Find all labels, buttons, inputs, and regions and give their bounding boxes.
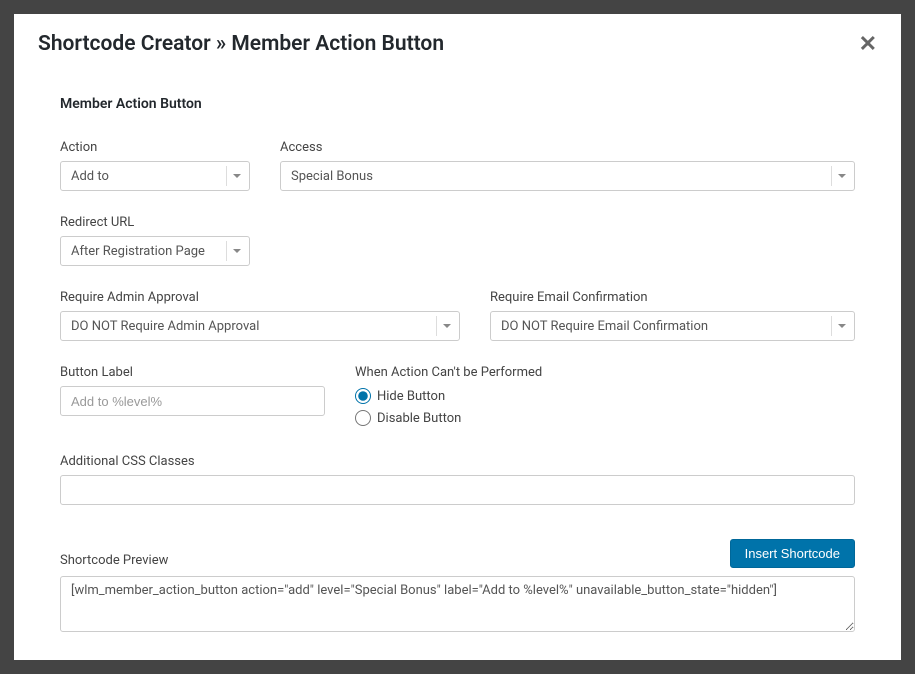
access-select[interactable]: Special Bonus	[280, 161, 855, 191]
field-action: Action Add to	[60, 140, 250, 191]
redirect-label: Redirect URL	[60, 215, 250, 230]
form-body: Action Add to Access Special Bonus Redir…	[38, 140, 877, 636]
row-button-label-unavailable: Button Label When Action Can't be Perfor…	[60, 365, 855, 430]
action-select-value: Add to	[71, 169, 109, 184]
row-preview-header: Shortcode Preview Insert Shortcode	[60, 539, 855, 568]
radio-disable-row: Disable Button	[355, 410, 855, 426]
redirect-select[interactable]: After Registration Page	[60, 236, 250, 266]
action-label: Action	[60, 140, 250, 155]
approval-label: Require Admin Approval	[60, 290, 460, 305]
modal-header: Shortcode Creator » Member Action Button…	[38, 32, 877, 56]
field-unavailable: When Action Can't be Performed Hide Butt…	[355, 365, 855, 430]
confirm-label: Require Email Confirmation	[490, 290, 855, 305]
row-action-access: Action Add to Access Special Bonus	[60, 140, 855, 191]
confirm-select[interactable]: DO NOT Require Email Confirmation	[490, 311, 855, 341]
shortcode-creator-modal: Shortcode Creator » Member Action Button…	[14, 14, 901, 660]
access-label: Access	[280, 140, 855, 155]
field-approval: Require Admin Approval DO NOT Require Ad…	[60, 290, 460, 341]
css-input[interactable]	[60, 475, 855, 505]
row-css: Additional CSS Classes	[60, 454, 855, 505]
insert-shortcode-button[interactable]: Insert Shortcode	[730, 539, 855, 568]
field-access: Access Special Bonus	[280, 140, 855, 191]
radio-hide-button[interactable]	[355, 388, 371, 404]
radio-hide-row: Hide Button	[355, 388, 855, 404]
radio-disable-label: Disable Button	[377, 411, 461, 426]
approval-select[interactable]: DO NOT Require Admin Approval	[60, 311, 460, 341]
unavailable-label: When Action Can't be Performed	[355, 365, 855, 380]
access-select-value: Special Bonus	[291, 169, 373, 184]
button-label-input[interactable]	[60, 386, 325, 416]
css-label: Additional CSS Classes	[60, 454, 855, 469]
redirect-select-value: After Registration Page	[71, 244, 205, 259]
field-css: Additional CSS Classes	[60, 454, 855, 505]
modal-title: Shortcode Creator » Member Action Button	[38, 32, 444, 56]
field-confirm: Require Email Confirmation DO NOT Requir…	[490, 290, 855, 341]
action-select[interactable]: Add to	[60, 161, 250, 191]
section-title: Member Action Button	[60, 96, 877, 112]
radio-disable-button[interactable]	[355, 410, 371, 426]
shortcode-preview-textarea[interactable]	[60, 576, 855, 632]
confirm-select-value: DO NOT Require Email Confirmation	[501, 319, 708, 334]
preview-label: Shortcode Preview	[60, 553, 168, 568]
radio-hide-label: Hide Button	[377, 389, 445, 404]
approval-select-value: DO NOT Require Admin Approval	[71, 319, 259, 334]
button-label-label: Button Label	[60, 365, 325, 380]
row-approval-confirm: Require Admin Approval DO NOT Require Ad…	[60, 290, 855, 341]
field-button-label: Button Label	[60, 365, 325, 430]
field-redirect: Redirect URL After Registration Page	[60, 215, 250, 266]
row-redirect: Redirect URL After Registration Page	[60, 215, 855, 266]
close-icon[interactable]: ✕	[859, 33, 877, 55]
